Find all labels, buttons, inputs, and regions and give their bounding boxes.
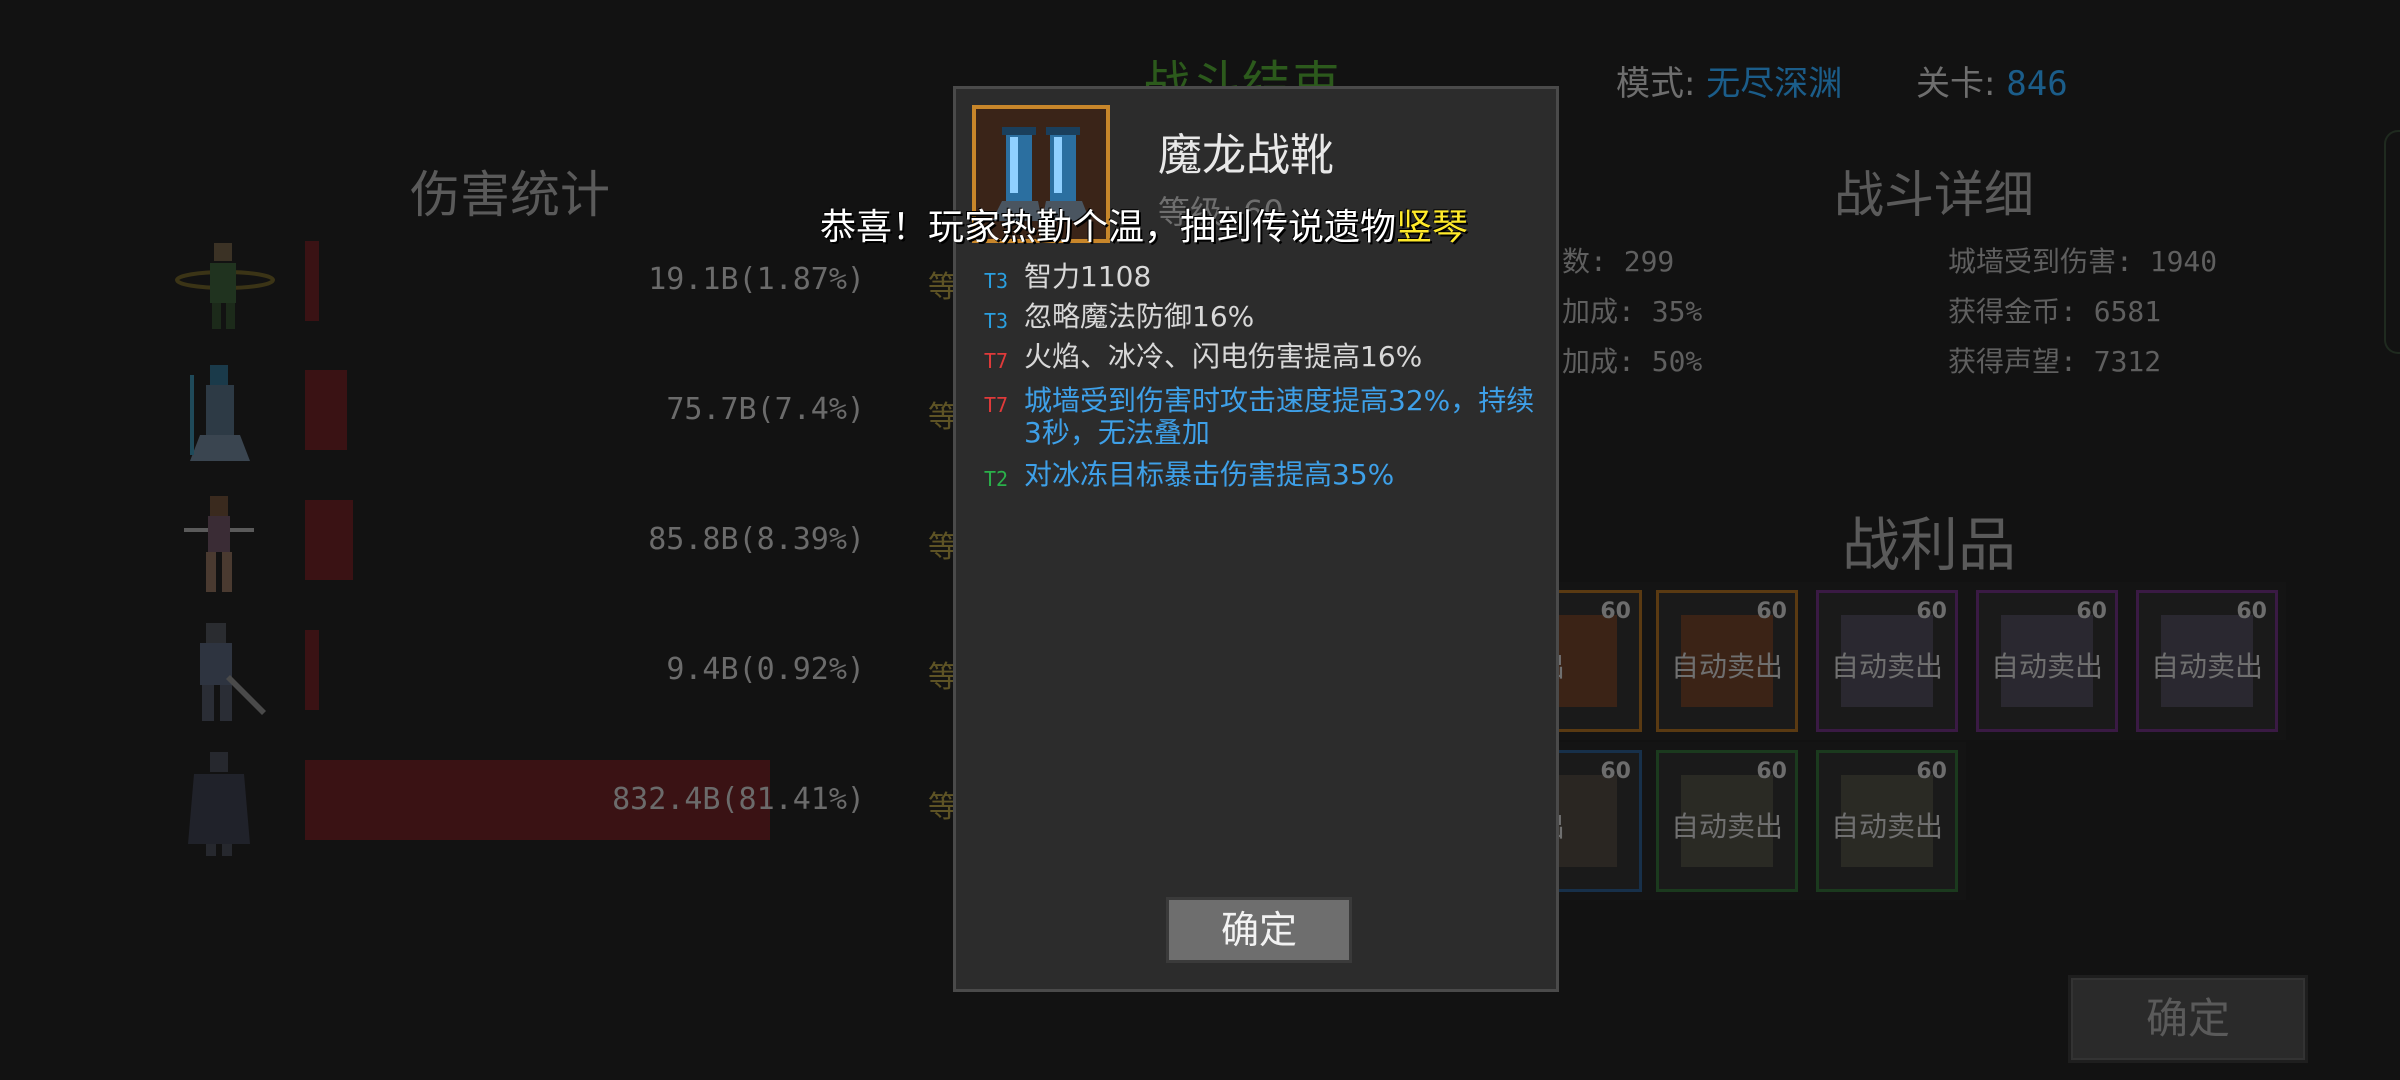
damage-value: 19.1B(1.87%) bbox=[648, 262, 865, 297]
loot-item-level: 60 bbox=[1916, 759, 1947, 784]
loot-header: 战利品 bbox=[1842, 511, 2017, 579]
legendary-drop-announcement: 恭喜！玩家热勤个温，抽到传说遗物竖琴 bbox=[820, 198, 1468, 250]
loot-item-tile[interactable]: 60 自动卖出 bbox=[1976, 590, 2118, 732]
loot-item-tile[interactable]: 60 自动卖出 bbox=[1656, 750, 1798, 892]
auto-sell-label: 自动卖出 bbox=[1670, 650, 1783, 683]
affix-text: 智力1108 bbox=[1024, 260, 1152, 293]
announcement-item-highlight: 竖琴 bbox=[1396, 207, 1469, 248]
stat-left-1: 数: 299 bbox=[1562, 245, 1675, 278]
affix-tier: T2 bbox=[984, 467, 1009, 491]
affix-text: 对冰冻目标暴击伤害提高35% bbox=[1024, 458, 1395, 491]
hero-portrait-dancer[interactable] bbox=[170, 488, 270, 598]
mode-label: 模式: bbox=[1616, 64, 1696, 104]
loot-item-level: 60 bbox=[1600, 759, 1631, 784]
stat-left-3: 加成: 50% bbox=[1562, 345, 1703, 378]
loot-item-level: 60 bbox=[1756, 599, 1787, 624]
level-value: 846 bbox=[2006, 64, 2068, 104]
item-name: 魔龙战靴 bbox=[1158, 130, 1334, 181]
battle-detail-header: 战斗详细 bbox=[1834, 166, 2034, 224]
hero-portrait-elf-archer[interactable] bbox=[170, 225, 275, 335]
affix-tier: T7 bbox=[984, 393, 1009, 417]
affix-row: T7 火焰、冰冷、闪电伤害提高16% bbox=[984, 341, 1544, 377]
hero-portrait-ice-mage[interactable] bbox=[170, 355, 270, 465]
hero-portrait-swordsman[interactable] bbox=[170, 615, 270, 725]
damage-value: 832.4B(81.41%) bbox=[612, 782, 865, 817]
auto-sell-label: 自动卖出 bbox=[1830, 650, 1943, 683]
wall-damage-stat: 城墙受到伤害: 1940 bbox=[1948, 245, 2218, 278]
auto-sell-label: 自动卖出 bbox=[1670, 810, 1783, 843]
reputation-earned-stat: 获得声望: 7312 bbox=[1948, 345, 2162, 378]
side-drawer-handle[interactable] bbox=[2384, 130, 2400, 354]
mode-display: 模式: 无尽深渊 bbox=[1616, 56, 1842, 105]
auto-sell-label: 自动卖出 bbox=[2150, 650, 2263, 683]
affix-row: T7 城墙受到伤害时攻击速度提高32%，持续3秒，无法叠加 bbox=[984, 385, 1544, 449]
loot-item-level: 60 bbox=[1600, 599, 1631, 624]
gold-earned-stat: 获得金币: 6581 bbox=[1948, 295, 2162, 328]
hero-portrait-dark-knight[interactable] bbox=[170, 748, 270, 858]
loot-item-level: 60 bbox=[1756, 759, 1787, 784]
affix-text: 忽略魔法防御16% bbox=[1024, 300, 1255, 333]
affix-text: 火焰、冰冷、闪电伤害提高16% bbox=[1024, 340, 1423, 373]
loot-item-tile[interactable]: 60 自动卖出 bbox=[1816, 590, 1958, 732]
loot-item-tile[interactable]: 60 自动卖出 bbox=[2136, 590, 2278, 732]
loot-item-tile[interactable]: 60 自动卖出 bbox=[1656, 590, 1798, 732]
damage-value: 9.4B(0.92%) bbox=[666, 652, 865, 687]
level-display: 关卡: 846 bbox=[1916, 56, 2068, 105]
auto-sell-label: 自动卖出 bbox=[1990, 650, 2103, 683]
dialog-confirm-button[interactable]: 确定 bbox=[1166, 897, 1352, 963]
damage-stats-header: 伤害统计 bbox=[410, 166, 610, 224]
mode-value: 无尽深渊 bbox=[1706, 64, 1843, 104]
loot-item-tile[interactable]: 60 自动卖出 bbox=[1816, 750, 1958, 892]
affix-row: T3 智力1108 bbox=[984, 261, 1544, 297]
auto-sell-label: 自动卖出 bbox=[1830, 810, 1943, 843]
affix-tier: T3 bbox=[984, 309, 1009, 333]
level-label: 关卡: bbox=[1916, 64, 1996, 104]
affix-tier: T7 bbox=[984, 349, 1009, 373]
loot-item-level: 60 bbox=[2236, 599, 2267, 624]
affix-row: T3 忽略魔法防御16% bbox=[984, 301, 1544, 337]
affix-text: 城墙受到伤害时攻击速度提高32%，持续3秒，无法叠加 bbox=[1024, 384, 1535, 449]
stat-left-2: 加成: 35% bbox=[1562, 295, 1703, 328]
loot-item-level: 60 bbox=[1916, 599, 1947, 624]
damage-value: 75.7B(7.4%) bbox=[666, 392, 865, 427]
affix-row: T2 对冰冻目标暴击伤害提高35% bbox=[984, 459, 1544, 495]
loot-item-level: 60 bbox=[2076, 599, 2107, 624]
announcement-text: 恭喜！玩家热勤个温，抽到传说遗物 bbox=[820, 207, 1397, 248]
damage-value: 85.8B(8.39%) bbox=[648, 522, 865, 557]
confirm-button[interactable]: 确定 bbox=[2068, 975, 2308, 1063]
affix-tier: T3 bbox=[984, 269, 1009, 293]
